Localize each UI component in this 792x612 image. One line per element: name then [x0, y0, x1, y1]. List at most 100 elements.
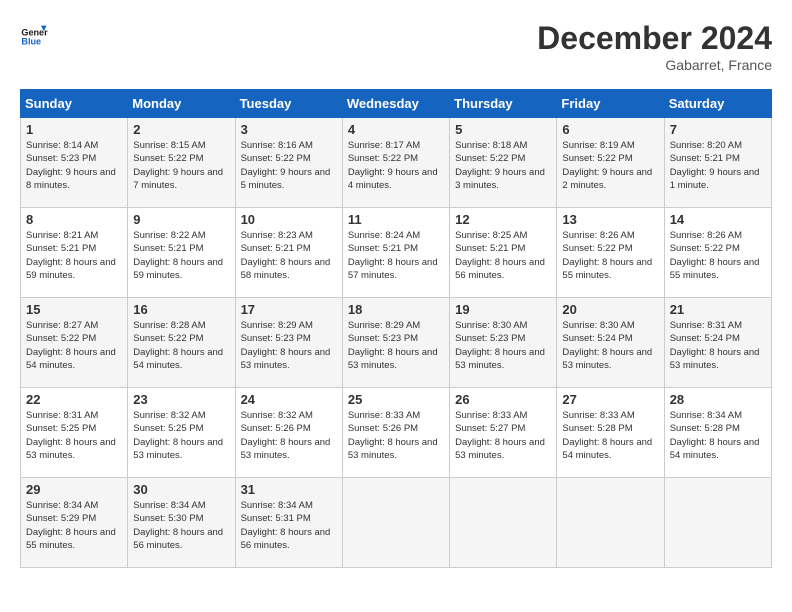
day-detail: Sunrise: 8:25 AMSunset: 5:21 PMDaylight:… [455, 230, 545, 281]
calendar-week-row: 8 Sunrise: 8:21 AMSunset: 5:21 PMDayligh… [21, 208, 772, 298]
day-number: 18 [348, 302, 444, 317]
day-number: 10 [241, 212, 337, 227]
calendar-cell [664, 478, 771, 568]
weekday-header: Saturday [664, 90, 771, 118]
day-number: 12 [455, 212, 551, 227]
calendar-cell: 19 Sunrise: 8:30 AMSunset: 5:23 PMDaylig… [450, 298, 557, 388]
calendar-cell: 29 Sunrise: 8:34 AMSunset: 5:29 PMDaylig… [21, 478, 128, 568]
calendar-cell: 20 Sunrise: 8:30 AMSunset: 5:24 PMDaylig… [557, 298, 664, 388]
weekday-header: Thursday [450, 90, 557, 118]
page-header: General Blue December 2024 Gabarret, Fra… [20, 20, 772, 73]
weekday-header: Sunday [21, 90, 128, 118]
day-detail: Sunrise: 8:22 AMSunset: 5:21 PMDaylight:… [133, 230, 223, 281]
weekday-header: Tuesday [235, 90, 342, 118]
day-number: 25 [348, 392, 444, 407]
calendar-cell: 5 Sunrise: 8:18 AMSunset: 5:22 PMDayligh… [450, 118, 557, 208]
calendar-cell: 21 Sunrise: 8:31 AMSunset: 5:24 PMDaylig… [664, 298, 771, 388]
day-number: 30 [133, 482, 229, 497]
calendar-cell: 13 Sunrise: 8:26 AMSunset: 5:22 PMDaylig… [557, 208, 664, 298]
calendar-cell: 15 Sunrise: 8:27 AMSunset: 5:22 PMDaylig… [21, 298, 128, 388]
calendar-cell: 2 Sunrise: 8:15 AMSunset: 5:22 PMDayligh… [128, 118, 235, 208]
day-detail: Sunrise: 8:29 AMSunset: 5:23 PMDaylight:… [241, 320, 331, 371]
day-detail: Sunrise: 8:30 AMSunset: 5:24 PMDaylight:… [562, 320, 652, 371]
day-number: 4 [348, 122, 444, 137]
day-number: 26 [455, 392, 551, 407]
calendar-week-row: 22 Sunrise: 8:31 AMSunset: 5:25 PMDaylig… [21, 388, 772, 478]
calendar-table: SundayMondayTuesdayWednesdayThursdayFrid… [20, 89, 772, 568]
calendar-cell [557, 478, 664, 568]
day-number: 7 [670, 122, 766, 137]
day-number: 21 [670, 302, 766, 317]
calendar-cell: 27 Sunrise: 8:33 AMSunset: 5:28 PMDaylig… [557, 388, 664, 478]
calendar-cell: 18 Sunrise: 8:29 AMSunset: 5:23 PMDaylig… [342, 298, 449, 388]
weekday-header-row: SundayMondayTuesdayWednesdayThursdayFrid… [21, 90, 772, 118]
day-detail: Sunrise: 8:34 AMSunset: 5:28 PMDaylight:… [670, 410, 760, 461]
day-detail: Sunrise: 8:21 AMSunset: 5:21 PMDaylight:… [26, 230, 116, 281]
day-number: 17 [241, 302, 337, 317]
day-number: 28 [670, 392, 766, 407]
day-detail: Sunrise: 8:15 AMSunset: 5:22 PMDaylight:… [133, 140, 223, 191]
day-number: 14 [670, 212, 766, 227]
day-number: 29 [26, 482, 122, 497]
calendar-cell: 24 Sunrise: 8:32 AMSunset: 5:26 PMDaylig… [235, 388, 342, 478]
day-detail: Sunrise: 8:28 AMSunset: 5:22 PMDaylight:… [133, 320, 223, 371]
calendar-cell [342, 478, 449, 568]
day-detail: Sunrise: 8:33 AMSunset: 5:27 PMDaylight:… [455, 410, 545, 461]
calendar-cell: 22 Sunrise: 8:31 AMSunset: 5:25 PMDaylig… [21, 388, 128, 478]
day-detail: Sunrise: 8:23 AMSunset: 5:21 PMDaylight:… [241, 230, 331, 281]
day-detail: Sunrise: 8:14 AMSunset: 5:23 PMDaylight:… [26, 140, 116, 191]
calendar-cell: 25 Sunrise: 8:33 AMSunset: 5:26 PMDaylig… [342, 388, 449, 478]
calendar-cell: 17 Sunrise: 8:29 AMSunset: 5:23 PMDaylig… [235, 298, 342, 388]
day-number: 1 [26, 122, 122, 137]
day-number: 2 [133, 122, 229, 137]
day-detail: Sunrise: 8:24 AMSunset: 5:21 PMDaylight:… [348, 230, 438, 281]
day-number: 19 [455, 302, 551, 317]
day-detail: Sunrise: 8:27 AMSunset: 5:22 PMDaylight:… [26, 320, 116, 371]
calendar-cell: 4 Sunrise: 8:17 AMSunset: 5:22 PMDayligh… [342, 118, 449, 208]
day-detail: Sunrise: 8:32 AMSunset: 5:26 PMDaylight:… [241, 410, 331, 461]
logo-icon: General Blue [20, 20, 48, 48]
day-detail: Sunrise: 8:29 AMSunset: 5:23 PMDaylight:… [348, 320, 438, 371]
day-detail: Sunrise: 8:16 AMSunset: 5:22 PMDaylight:… [241, 140, 331, 191]
calendar-week-row: 15 Sunrise: 8:27 AMSunset: 5:22 PMDaylig… [21, 298, 772, 388]
location-subtitle: Gabarret, France [537, 57, 772, 73]
day-number: 16 [133, 302, 229, 317]
calendar-cell: 8 Sunrise: 8:21 AMSunset: 5:21 PMDayligh… [21, 208, 128, 298]
day-detail: Sunrise: 8:26 AMSunset: 5:22 PMDaylight:… [670, 230, 760, 281]
weekday-header: Friday [557, 90, 664, 118]
day-detail: Sunrise: 8:34 AMSunset: 5:31 PMDaylight:… [241, 500, 331, 551]
day-detail: Sunrise: 8:18 AMSunset: 5:22 PMDaylight:… [455, 140, 545, 191]
calendar-cell: 23 Sunrise: 8:32 AMSunset: 5:25 PMDaylig… [128, 388, 235, 478]
calendar-cell: 28 Sunrise: 8:34 AMSunset: 5:28 PMDaylig… [664, 388, 771, 478]
svg-text:Blue: Blue [21, 37, 41, 47]
day-number: 3 [241, 122, 337, 137]
month-year-title: December 2024 [537, 20, 772, 57]
calendar-cell: 7 Sunrise: 8:20 AMSunset: 5:21 PMDayligh… [664, 118, 771, 208]
day-detail: Sunrise: 8:30 AMSunset: 5:23 PMDaylight:… [455, 320, 545, 371]
day-number: 31 [241, 482, 337, 497]
weekday-header: Monday [128, 90, 235, 118]
calendar-cell [450, 478, 557, 568]
day-detail: Sunrise: 8:19 AMSunset: 5:22 PMDaylight:… [562, 140, 652, 191]
day-number: 5 [455, 122, 551, 137]
calendar-cell: 30 Sunrise: 8:34 AMSunset: 5:30 PMDaylig… [128, 478, 235, 568]
calendar-cell: 12 Sunrise: 8:25 AMSunset: 5:21 PMDaylig… [450, 208, 557, 298]
day-number: 8 [26, 212, 122, 227]
day-number: 22 [26, 392, 122, 407]
weekday-header: Wednesday [342, 90, 449, 118]
day-detail: Sunrise: 8:31 AMSunset: 5:24 PMDaylight:… [670, 320, 760, 371]
day-detail: Sunrise: 8:34 AMSunset: 5:29 PMDaylight:… [26, 500, 116, 551]
day-number: 27 [562, 392, 658, 407]
day-detail: Sunrise: 8:20 AMSunset: 5:21 PMDaylight:… [670, 140, 760, 191]
day-detail: Sunrise: 8:26 AMSunset: 5:22 PMDaylight:… [562, 230, 652, 281]
calendar-cell: 31 Sunrise: 8:34 AMSunset: 5:31 PMDaylig… [235, 478, 342, 568]
day-number: 9 [133, 212, 229, 227]
title-block: December 2024 Gabarret, France [537, 20, 772, 73]
day-number: 24 [241, 392, 337, 407]
calendar-cell: 26 Sunrise: 8:33 AMSunset: 5:27 PMDaylig… [450, 388, 557, 478]
calendar-cell: 1 Sunrise: 8:14 AMSunset: 5:23 PMDayligh… [21, 118, 128, 208]
calendar-cell: 10 Sunrise: 8:23 AMSunset: 5:21 PMDaylig… [235, 208, 342, 298]
calendar-cell: 9 Sunrise: 8:22 AMSunset: 5:21 PMDayligh… [128, 208, 235, 298]
day-number: 20 [562, 302, 658, 317]
day-number: 23 [133, 392, 229, 407]
